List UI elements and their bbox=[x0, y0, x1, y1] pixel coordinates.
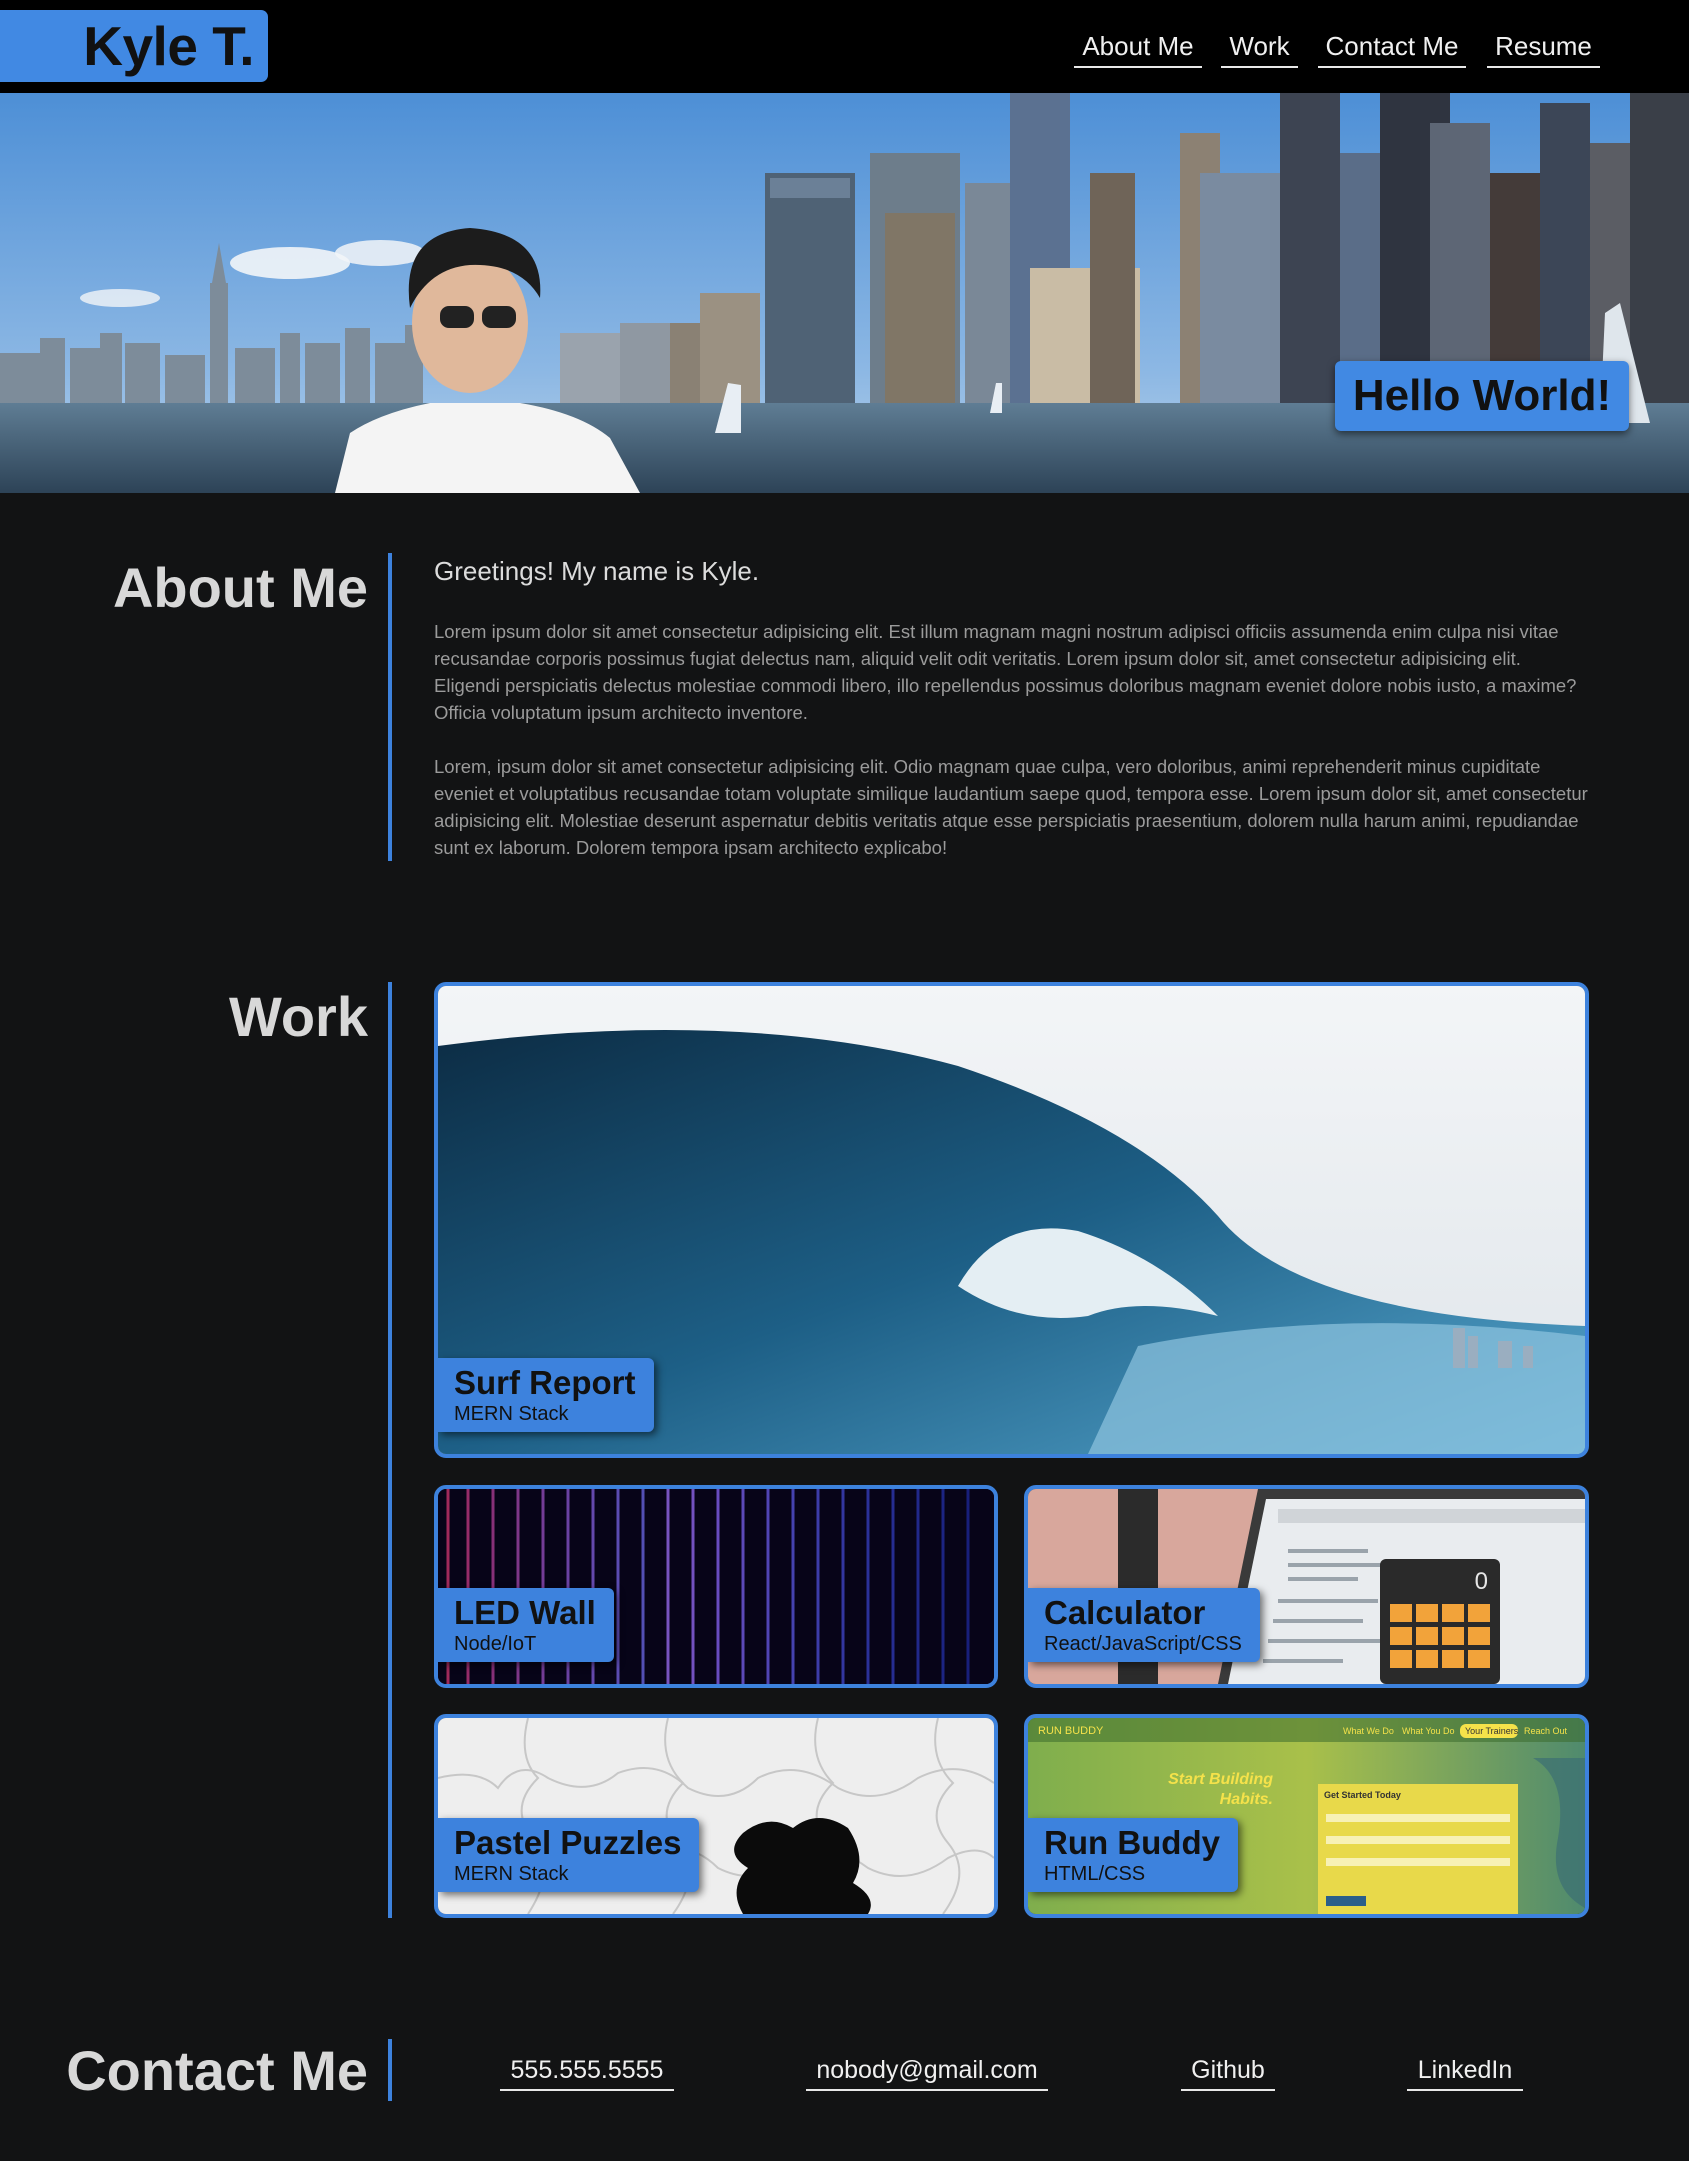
main-nav: About Me Work Contact Me Resume bbox=[0, 28, 1689, 68]
project-title: Run Buddy bbox=[1044, 1824, 1220, 1861]
hello-world-banner: Hello World! bbox=[1335, 361, 1629, 431]
run-buddy-brand: RUN BUDDY bbox=[1038, 1725, 1104, 1737]
linkedin-link[interactable]: LinkedIn bbox=[1407, 2053, 1523, 2091]
run-buddy-headline-2: Habits. bbox=[1220, 1791, 1273, 1808]
work-divider bbox=[388, 982, 392, 1918]
nav-about-me[interactable]: About Me bbox=[1074, 28, 1202, 68]
calculator-label: Calculator React/JavaScript/CSS bbox=[1028, 1588, 1260, 1662]
pastel-puzzles-label: Pastel Puzzles MERN Stack bbox=[438, 1818, 700, 1892]
email-link[interactable]: nobody@gmail.com bbox=[806, 2053, 1048, 2091]
contact-divider bbox=[388, 2039, 392, 2101]
project-card-calculator[interactable]: 0 Calculator React/JavaScript/CSS bbox=[1024, 1485, 1589, 1688]
about-paragraph-2: Lorem, ipsum dolor sit amet consectetur … bbox=[434, 756, 1588, 858]
github-link[interactable]: Github bbox=[1181, 2053, 1275, 2091]
run-buddy-nav-4: Reach Out bbox=[1524, 1726, 1568, 1736]
project-card-pastel-puzzles[interactable]: Pastel Puzzles MERN Stack bbox=[434, 1714, 998, 1918]
project-title: Surf Report bbox=[454, 1364, 636, 1401]
project-stack: MERN Stack bbox=[454, 1403, 569, 1425]
run-buddy-nav-1: What We Do bbox=[1343, 1726, 1394, 1736]
run-buddy-headline-1: Start Building bbox=[1168, 1771, 1273, 1788]
project-card-run-buddy[interactable]: RUN BUDDY What We Do What You Do Your Tr… bbox=[1024, 1714, 1589, 1918]
project-stack: React/JavaScript/CSS bbox=[1044, 1633, 1242, 1655]
project-stack: Node/IoT bbox=[454, 1633, 537, 1655]
nav-work[interactable]: Work bbox=[1221, 28, 1298, 68]
hero-banner: Hello World! bbox=[0, 93, 1689, 493]
run-buddy-nav-3: Your Trainers bbox=[1465, 1726, 1519, 1736]
project-title: Calculator bbox=[1044, 1594, 1206, 1631]
skyline-photo bbox=[0, 93, 1689, 493]
top-navbar: Kyle T. About Me Work Contact Me Resume bbox=[0, 0, 1689, 93]
calculator-display: 0 bbox=[1475, 1568, 1488, 1595]
run-buddy-nav-2: What You Do bbox=[1402, 1726, 1455, 1736]
project-card-surf-report[interactable]: Surf Report MERN Stack bbox=[434, 982, 1589, 1458]
nav-contact-me[interactable]: Contact Me bbox=[1318, 28, 1466, 68]
surf-report-label: Surf Report MERN Stack bbox=[438, 1358, 654, 1432]
led-wall-label: LED Wall Node/IoT bbox=[438, 1588, 614, 1662]
project-title: Pastel Puzzles bbox=[454, 1824, 682, 1861]
project-title: LED Wall bbox=[454, 1594, 596, 1631]
work-title: Work bbox=[229, 985, 368, 1048]
nav-resume[interactable]: Resume bbox=[1487, 28, 1600, 68]
project-stack: HTML/CSS bbox=[1044, 1863, 1146, 1885]
about-paragraph-1: Lorem ipsum dolor sit amet consectetur a… bbox=[434, 621, 1577, 723]
run-buddy-label: Run Buddy HTML/CSS bbox=[1028, 1818, 1238, 1892]
phone-link[interactable]: 555.555.5555 bbox=[500, 2053, 674, 2091]
about-title: About Me bbox=[112, 556, 368, 619]
project-card-led-wall[interactable]: LED Wall Node/IoT bbox=[434, 1485, 998, 1688]
about-divider bbox=[388, 553, 392, 861]
run-buddy-form-title: Get Started Today bbox=[1324, 1790, 1401, 1800]
contact-title: Contact Me bbox=[66, 2039, 368, 2102]
project-stack: MERN Stack bbox=[454, 1863, 569, 1885]
about-greeting: Greetings! My name is Kyle. bbox=[434, 556, 760, 586]
